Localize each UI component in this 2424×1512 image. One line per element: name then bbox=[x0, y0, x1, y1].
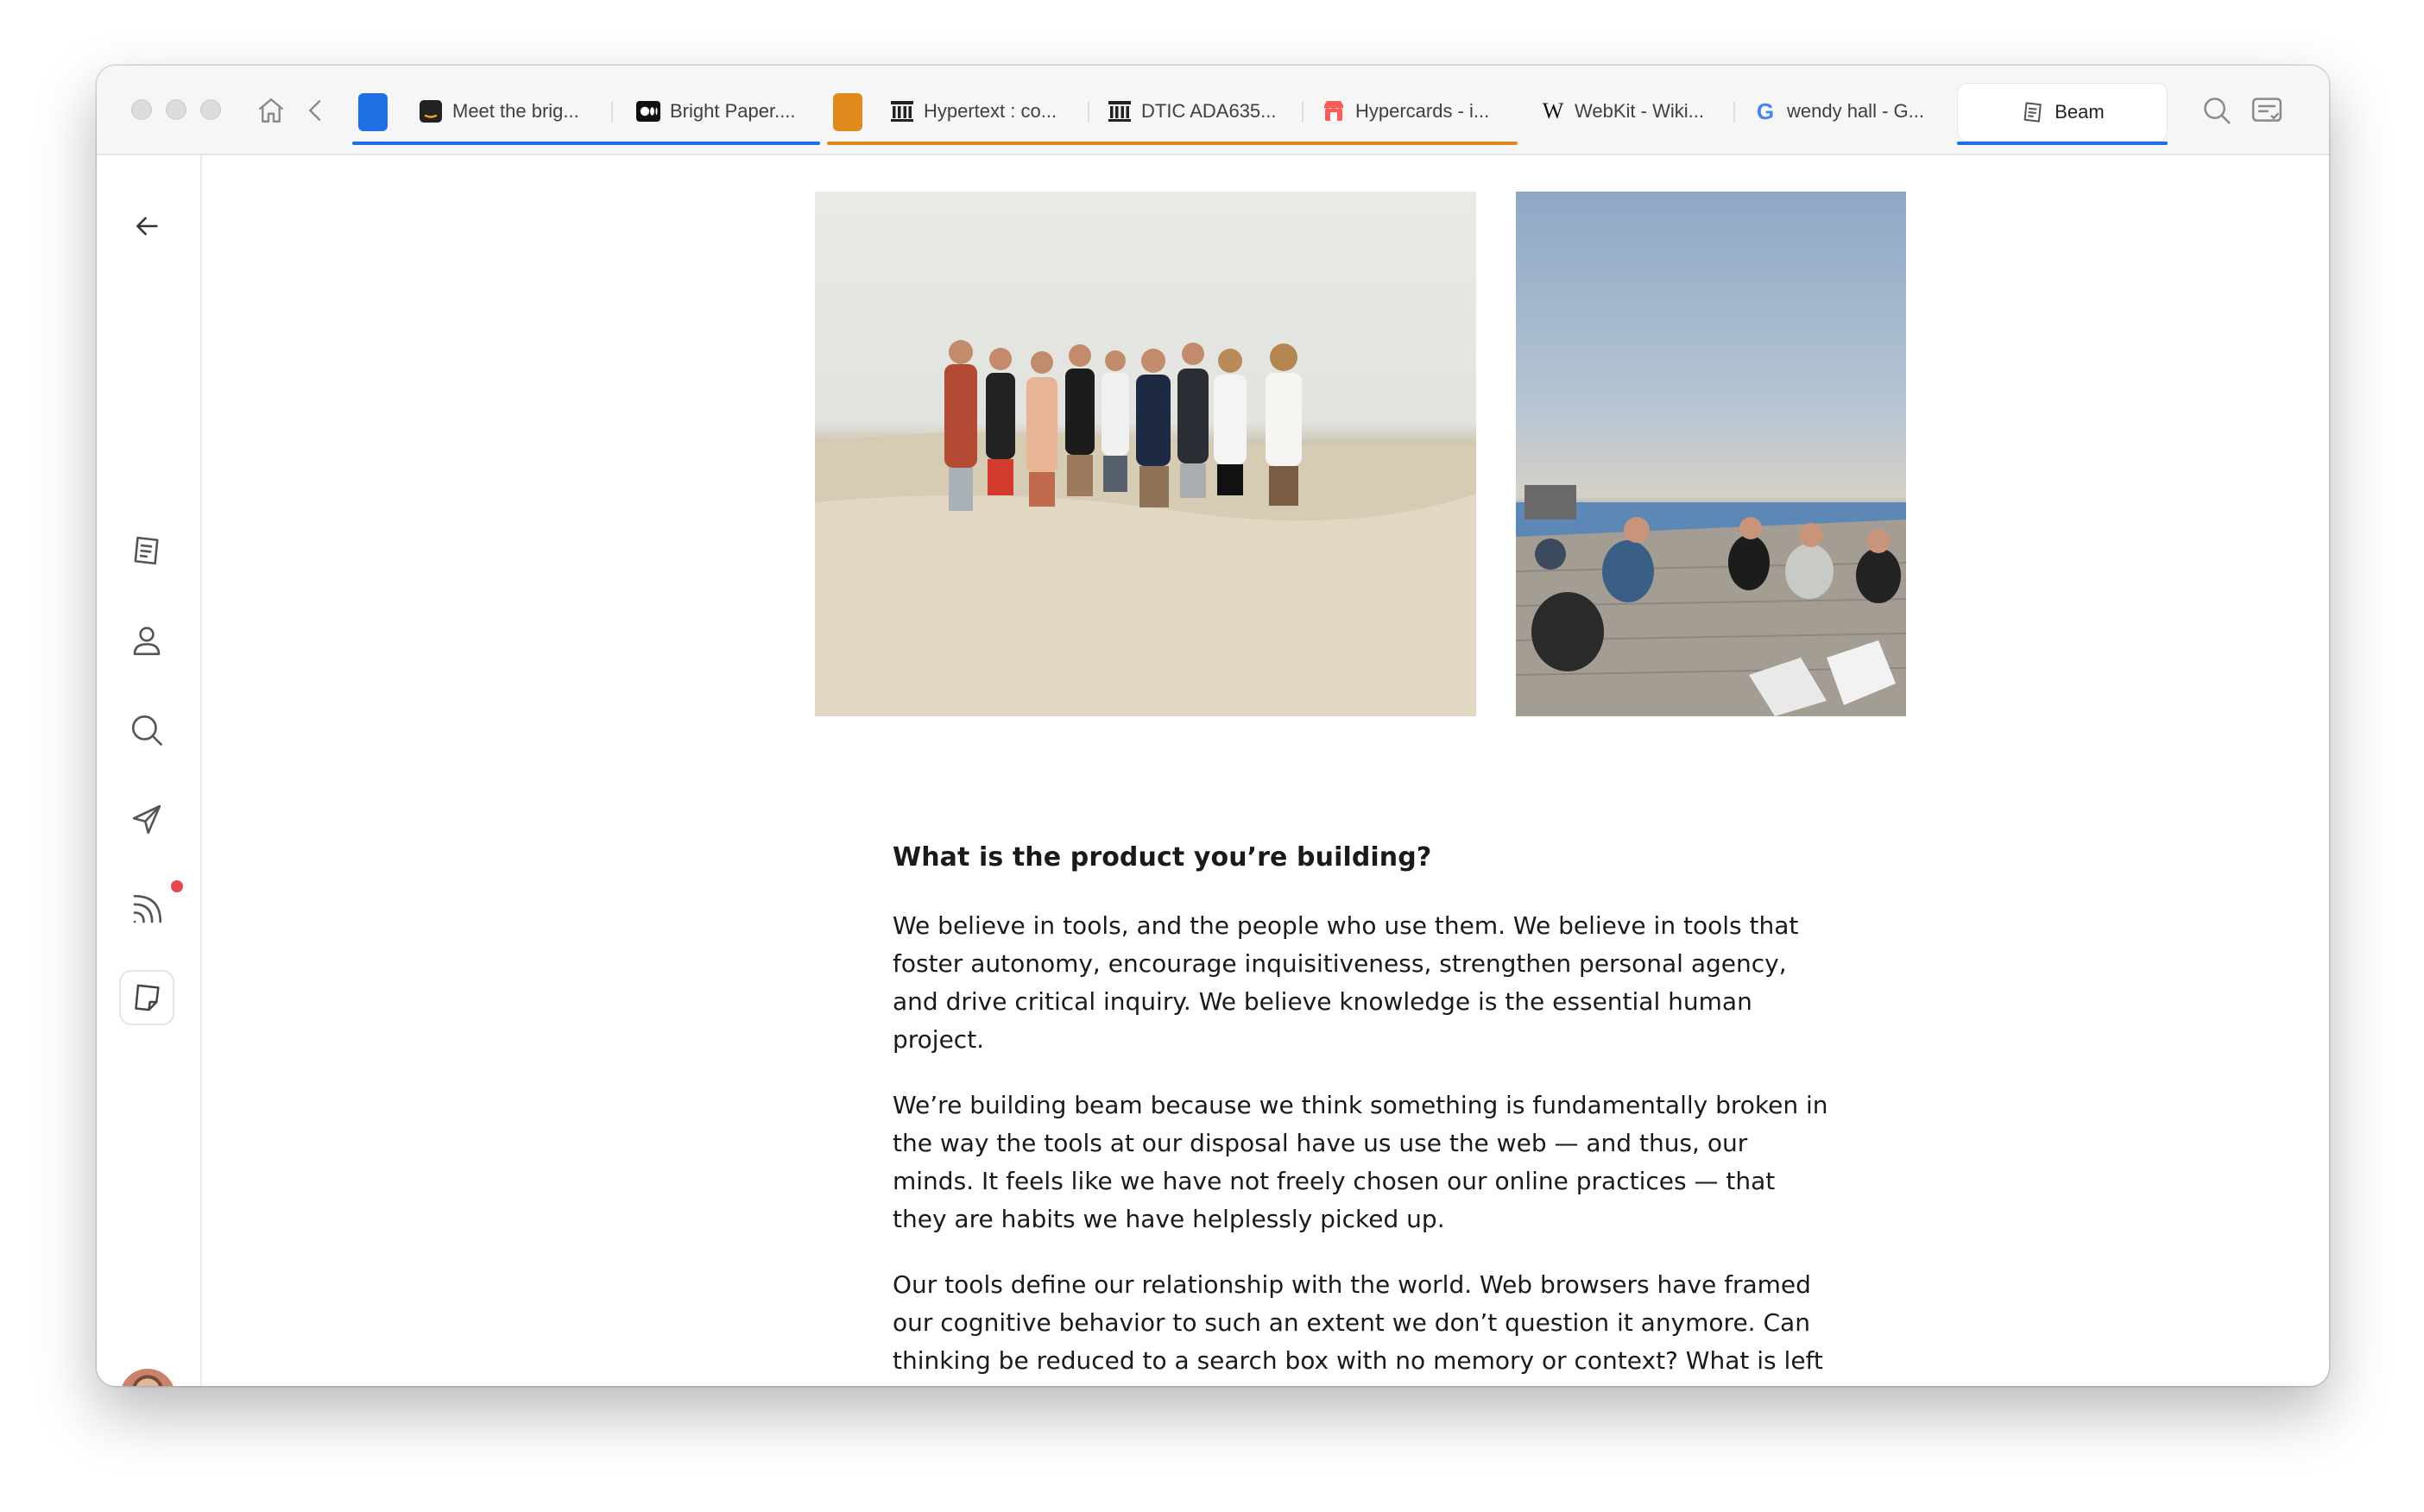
tab-label: Bright Paper.... bbox=[670, 100, 796, 122]
amazon-icon bbox=[418, 98, 444, 124]
sticky-note-button[interactable] bbox=[119, 970, 174, 1025]
article-body: What is the product you’re building? We … bbox=[893, 842, 1834, 1386]
tab-bar: Meet the brig... Bright Paper.... Hypert… bbox=[97, 66, 2329, 155]
medium-icon bbox=[635, 98, 661, 124]
archive-icon bbox=[889, 98, 915, 124]
notification-dot bbox=[171, 880, 183, 892]
search-button[interactable] bbox=[2198, 91, 2236, 129]
search-icon bbox=[131, 715, 162, 746]
card-note-icon bbox=[2251, 98, 2282, 122]
wikipedia-icon: W bbox=[1542, 98, 1564, 123]
article-paragraph: We’re building beam because we think som… bbox=[893, 1091, 1828, 1233]
tab-webkit-wiki[interactable]: W WebKit - Wiki... bbox=[1540, 81, 1704, 142]
sticky-note-icon bbox=[135, 984, 160, 1011]
contacts-button[interactable] bbox=[119, 613, 174, 668]
note-icon bbox=[2020, 99, 2046, 125]
minimize-window-button[interactable] bbox=[166, 99, 186, 120]
article-paragraph: Our tools define our relationship with t… bbox=[893, 1270, 1823, 1386]
pinned-tab-blue[interactable] bbox=[354, 88, 392, 136]
tab-label: WebKit - Wiki... bbox=[1575, 100, 1704, 122]
close-window-button[interactable] bbox=[131, 99, 152, 120]
itch-icon bbox=[1321, 98, 1347, 124]
back-button[interactable] bbox=[297, 91, 335, 129]
article-paragraph: We believe in tools, and the people who … bbox=[893, 911, 1799, 1054]
home-icon bbox=[258, 98, 284, 123]
person-icon bbox=[133, 627, 161, 656]
article-heading: What is the product you’re building? bbox=[893, 842, 1432, 873]
feed-button[interactable] bbox=[119, 882, 174, 937]
arrow-left-icon bbox=[136, 217, 158, 236]
zoom-window-button[interactable] bbox=[200, 99, 221, 120]
page-content: What is the product you’re building? We … bbox=[202, 155, 2329, 1386]
browser-window: Meet the brig... Bright Paper.... Hypert… bbox=[97, 66, 2329, 1386]
tab-bright-paper[interactable]: Bright Paper.... bbox=[635, 81, 796, 142]
team-photo-deck bbox=[1516, 192, 1906, 716]
left-sidebar bbox=[97, 155, 202, 1386]
archive-icon bbox=[1107, 98, 1133, 124]
pinned-tab-orange[interactable] bbox=[829, 88, 867, 136]
back-arrow-button[interactable] bbox=[119, 198, 174, 254]
tab-label: Meet the brig... bbox=[452, 100, 579, 122]
notes-toggle-button[interactable] bbox=[2248, 91, 2286, 129]
tab-beam-active[interactable]: Beam bbox=[1957, 83, 2168, 142]
send-button[interactable] bbox=[119, 792, 174, 847]
user-avatar[interactable] bbox=[120, 1369, 175, 1386]
google-icon: G bbox=[1756, 98, 1775, 124]
tab-label: Hypertext : co... bbox=[924, 100, 1057, 122]
tab-dtic[interactable]: DTIC ADA635... bbox=[1107, 81, 1277, 142]
tab-hypercards[interactable]: Hypercards - i... bbox=[1321, 81, 1489, 142]
search-sidebar-button[interactable] bbox=[119, 702, 174, 758]
tab-label: wendy hall - G... bbox=[1787, 100, 1924, 122]
notes-button[interactable] bbox=[119, 523, 174, 578]
note-icon bbox=[134, 536, 159, 565]
tab-wendy-hall[interactable]: G wendy hall - G... bbox=[1752, 81, 1924, 142]
team-photo-beach bbox=[815, 192, 1476, 716]
rss-icon bbox=[133, 894, 162, 923]
tab-group-blue-indicator bbox=[352, 142, 820, 145]
tab-meet-the-brig[interactable]: Meet the brig... bbox=[418, 81, 579, 142]
send-icon bbox=[132, 804, 161, 835]
chevron-left-icon bbox=[308, 100, 321, 121]
tab-group-orange-indicator bbox=[827, 142, 1518, 145]
search-icon bbox=[2204, 98, 2231, 124]
tab-label: Hypercards - i... bbox=[1355, 100, 1490, 122]
tab-hypertext[interactable]: Hypertext : co... bbox=[889, 81, 1057, 142]
active-tab-indicator bbox=[1957, 142, 2168, 145]
tab-label: DTIC ADA635... bbox=[1141, 100, 1277, 122]
tab-label: Beam bbox=[2055, 101, 2105, 123]
home-button[interactable] bbox=[252, 91, 290, 129]
